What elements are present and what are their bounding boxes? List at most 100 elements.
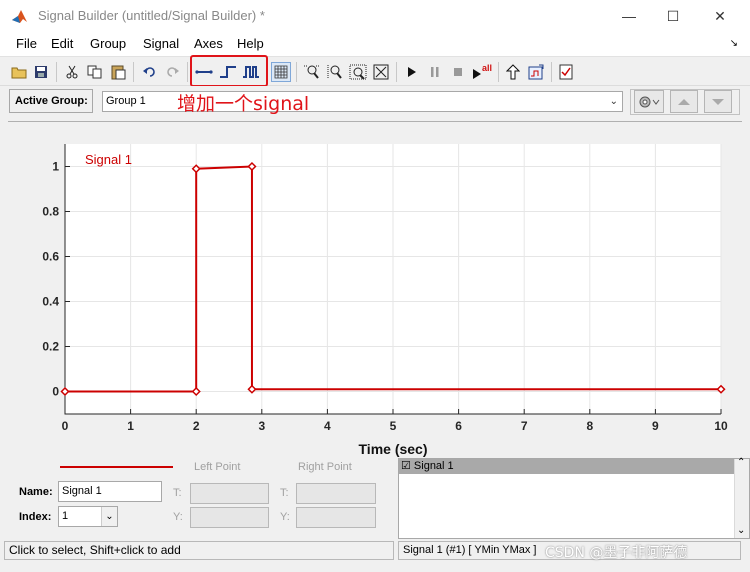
title-bar: Signal Builder (untitled/Signal Builder)… — [0, 0, 750, 32]
right-t-label: T: — [280, 487, 289, 499]
run-all-icon[interactable]: all — [470, 62, 494, 82]
arrow-down-icon — [712, 98, 724, 105]
active-group-value: Group 1 — [106, 95, 146, 107]
x-tick-label: 1 — [127, 419, 134, 433]
x-tick-label: 8 — [586, 419, 593, 433]
x-tick-label: 2 — [193, 419, 200, 433]
save-icon[interactable] — [31, 62, 51, 82]
arrow-up-icon — [678, 98, 690, 105]
move-group-left-button[interactable] — [670, 90, 698, 113]
toolbar-separator — [396, 62, 397, 82]
pause-icon[interactable] — [425, 62, 445, 82]
left-y-label: Y: — [173, 511, 183, 523]
undo-icon[interactable] — [140, 62, 160, 82]
menu-overflow-icon[interactable]: ↘ — [730, 38, 738, 49]
open-icon[interactable] — [9, 62, 29, 82]
x-tick-label: 7 — [521, 419, 528, 433]
index-label: Index: — [19, 511, 52, 523]
cut-icon[interactable] — [62, 62, 82, 82]
menu-file[interactable]: File — [16, 36, 37, 51]
signal-properties-panel: Left Point Right Point T: Y: T: Y: Name:… — [8, 457, 750, 540]
zoom-x-icon[interactable] — [302, 62, 322, 82]
signal-list-item[interactable]: ☑ Signal 1 — [399, 459, 735, 474]
toolbar-separator — [133, 62, 134, 82]
name-label: Name: — [19, 486, 53, 498]
toolbar-separator — [56, 62, 57, 82]
left-point-y-field[interactable] — [190, 507, 269, 528]
x-tick-label: 3 — [258, 419, 265, 433]
left-point-t-field[interactable] — [190, 483, 269, 504]
x-tick-label: 10 — [714, 419, 728, 433]
right-y-label: Y: — [280, 511, 290, 523]
window-title: Signal Builder (untitled/Signal Builder)… — [38, 8, 265, 23]
start-simulation-icon[interactable] — [402, 62, 422, 82]
annotation-text: 增加一个signal — [177, 93, 310, 115]
right-point-t-field[interactable] — [296, 483, 376, 504]
signal-index-value: 1 — [62, 510, 69, 522]
signal-list[interactable]: ☑ Signal 1 ⌃ ⌄ — [398, 457, 750, 539]
copy-icon[interactable] — [85, 62, 105, 82]
toolbar-separator — [187, 62, 188, 82]
right-point-label: Right Point — [298, 461, 352, 473]
toolbar: all — [0, 56, 750, 86]
signal-index-dropdown[interactable]: 1 ⌄ — [58, 506, 118, 527]
x-tick-label: 4 — [324, 419, 331, 433]
watermark: CSDN @墨子非阿萨德 — [545, 545, 688, 561]
y-tick-label: 0.8 — [42, 205, 59, 219]
menu-bar: File Edit Group Signal Axes Help ↘ — [0, 32, 750, 56]
maximize-button[interactable]: ☐ — [653, 4, 693, 28]
chevron-down-icon: ⌄ — [609, 96, 618, 107]
chevron-down-icon: ⌄ — [101, 507, 117, 526]
series-label: Signal 1 — [85, 152, 132, 167]
x-tick-label: 5 — [390, 419, 397, 433]
menu-edit[interactable]: Edit — [51, 36, 73, 51]
signal-builder-block-icon[interactable] — [526, 62, 546, 82]
x-tick-label: 6 — [455, 419, 462, 433]
y-tick-label: 1 — [52, 160, 59, 174]
signal-list-scrollbar[interactable]: ⌃ ⌄ — [734, 457, 749, 538]
menu-signal[interactable]: Signal — [143, 36, 179, 51]
menu-axes[interactable]: Axes — [194, 36, 223, 51]
y-tick-label: 0.4 — [42, 295, 59, 309]
x-tick-labels: 0 1 2 3 4 5 6 7 8 9 10 — [62, 419, 728, 433]
zoom-xy-icon[interactable] — [348, 62, 368, 82]
active-group-label: Active Group: — [9, 89, 93, 113]
menu-help[interactable]: Help — [237, 36, 264, 51]
zoom-y-icon[interactable] — [325, 62, 345, 82]
grid-toggle-icon[interactable] — [271, 62, 291, 82]
show-model-icon[interactable] — [503, 62, 523, 82]
y-tick-label: 0.2 — [42, 340, 59, 354]
signal-axes[interactable]: 0 1 2 3 4 5 6 7 8 9 10 0 0.2 0.4 0.6 0.8 1 Time (sec) S… — [8, 122, 742, 458]
matlab-app-icon — [12, 10, 27, 23]
signal-line-style-sample[interactable] — [60, 466, 173, 468]
minimize-button[interactable]: — — [609, 4, 649, 28]
signal-name-field[interactable]: Signal 1 — [58, 481, 162, 502]
left-t-label: T: — [173, 487, 182, 499]
run-all-label: all — [481, 63, 492, 73]
annotation-highlight-box — [190, 55, 268, 87]
scroll-down-icon[interactable]: ⌄ — [737, 525, 745, 536]
verification-icon[interactable] — [556, 62, 576, 82]
x-tick-label: 9 — [652, 419, 659, 433]
y-tick-labels: 0 0.2 0.4 0.6 0.8 1 — [42, 160, 59, 399]
close-button[interactable]: ✕ — [700, 4, 740, 28]
gear-icon — [639, 96, 660, 107]
group-row: Active Group: Group 1 ⌄ 增加一个signal — [0, 86, 750, 118]
redo-icon[interactable] — [162, 62, 182, 82]
menu-group[interactable]: Group — [90, 36, 126, 51]
scroll-up-icon[interactable]: ⌃ — [737, 457, 745, 468]
x-axis-label: Time (sec) — [359, 441, 428, 457]
left-point-label: Left Point — [194, 461, 241, 473]
toolbar-separator — [498, 62, 499, 82]
x-tick-label: 0 — [62, 419, 69, 433]
toolbar-separator — [551, 62, 552, 82]
fit-to-view-icon[interactable] — [371, 62, 391, 82]
signal-plot-panel[interactable]: 0 1 2 3 4 5 6 7 8 9 10 0 0.2 0.4 0.6 0.8 1 Time (sec) S… — [8, 121, 742, 457]
paste-icon[interactable] — [108, 62, 128, 82]
group-options-button[interactable] — [634, 90, 664, 113]
right-point-y-field[interactable] — [296, 507, 376, 528]
move-group-right-button[interactable] — [704, 90, 732, 113]
status-message: Click to select, Shift+click to add — [4, 541, 394, 560]
y-tick-label: 0 — [52, 385, 59, 399]
stop-icon[interactable] — [448, 62, 468, 82]
